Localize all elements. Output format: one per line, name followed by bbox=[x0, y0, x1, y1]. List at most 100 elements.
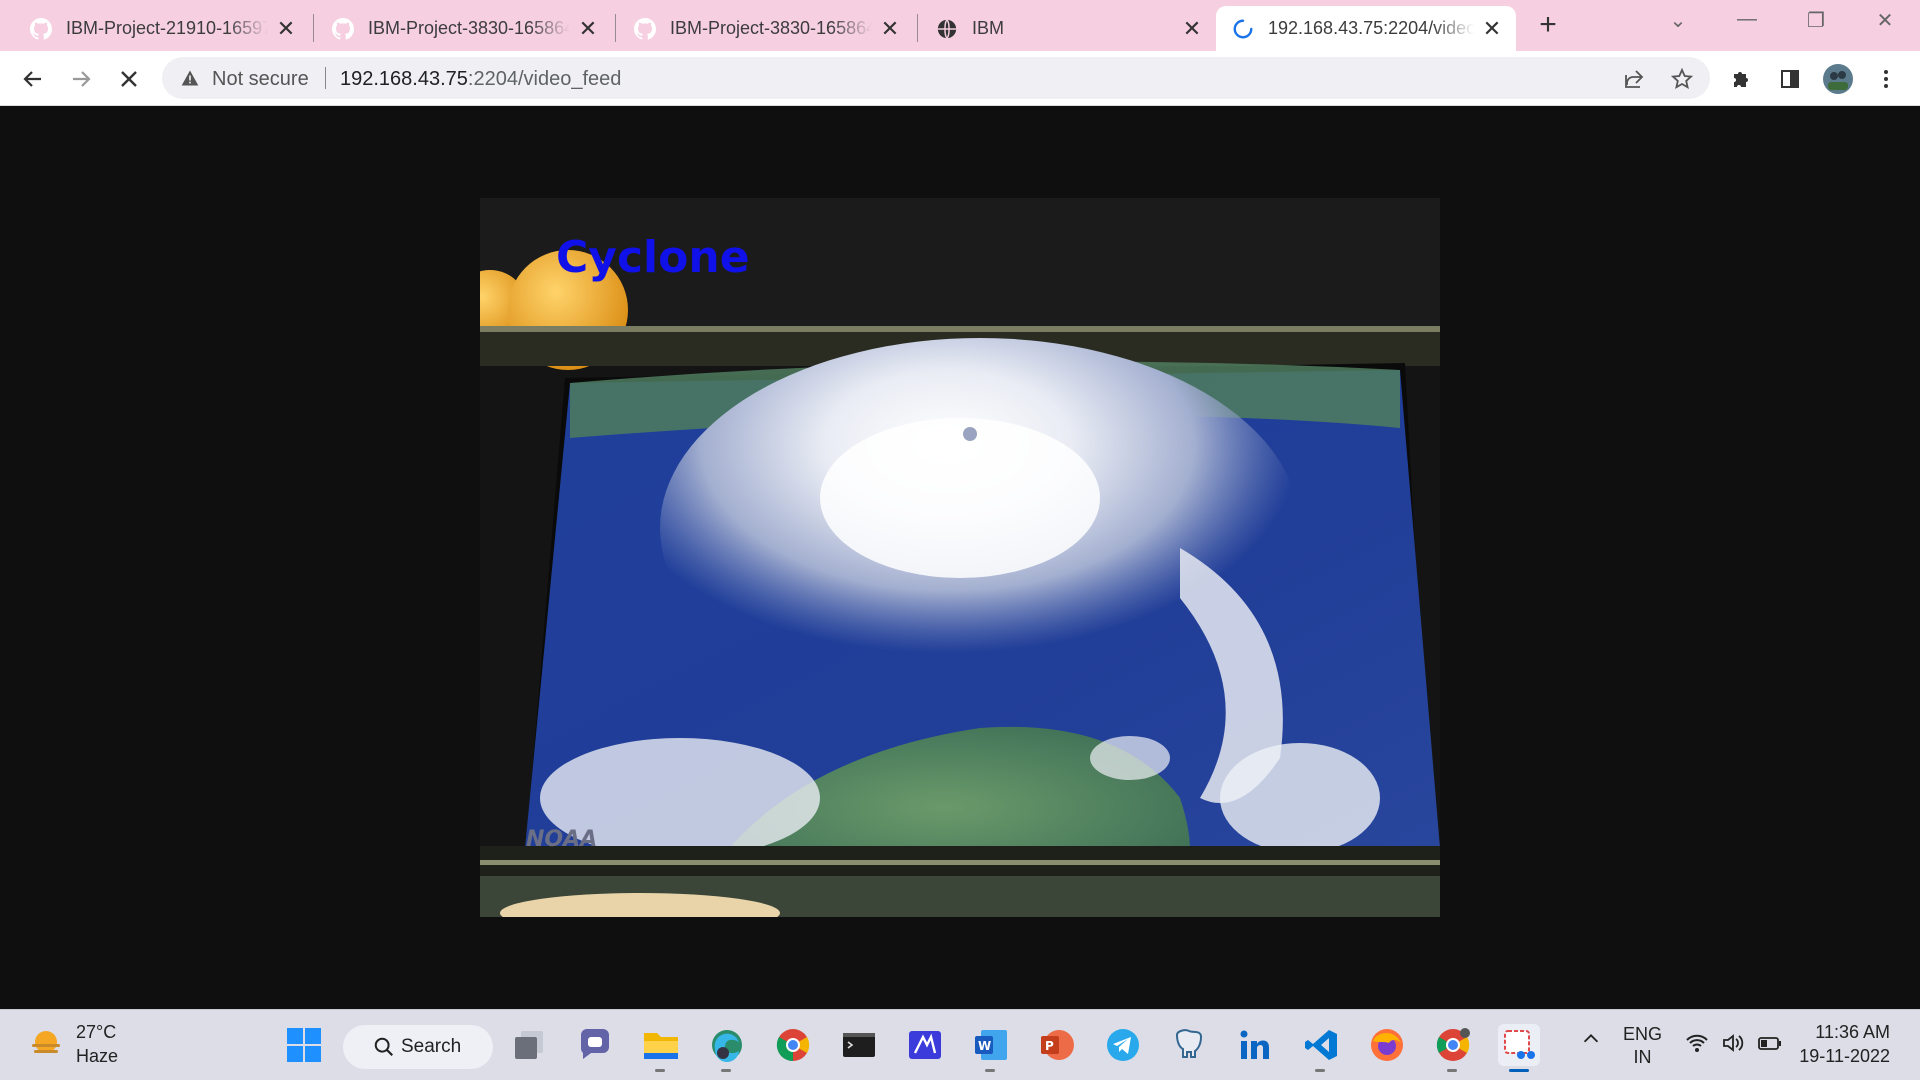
file-explorer-app[interactable] bbox=[640, 1024, 682, 1072]
forward-button[interactable] bbox=[65, 63, 97, 95]
running-indicator bbox=[985, 1069, 995, 1072]
url-path: :2204/video_feed bbox=[467, 68, 622, 90]
browser-toolbar: Not secure 192.168.43.75:2204/video_feed bbox=[0, 51, 1920, 106]
share-icon[interactable] bbox=[1622, 67, 1646, 91]
minimize-icon[interactable]: — bbox=[1727, 8, 1767, 38]
windows-taskbar: 27°C Haze Search W P ENG IN 11:36 AM 19-… bbox=[0, 1009, 1920, 1080]
postgres-app[interactable] bbox=[1168, 1024, 1210, 1066]
tab-github-2[interactable]: IBM-Project-3830-165864 ✕ bbox=[316, 6, 612, 51]
running-indicator bbox=[655, 1069, 665, 1072]
tab-video-feed[interactable]: 192.168.43.75:2204/video ✕ bbox=[1216, 6, 1516, 51]
snipping-tool-icon bbox=[1504, 1030, 1535, 1059]
tab-title: IBM-Project-3830-165864 bbox=[670, 18, 872, 38]
arrow-left-icon bbox=[23, 71, 41, 87]
wifi-icon bbox=[1686, 1034, 1708, 1052]
clock-date: 19-11-2022 bbox=[1799, 1046, 1890, 1066]
show-hidden-icons[interactable] bbox=[1580, 1028, 1602, 1055]
chrome-icon bbox=[1436, 1028, 1470, 1061]
noaa-watermark: NOAA bbox=[526, 827, 597, 852]
loading-spinner-icon bbox=[1233, 19, 1253, 38]
tab-title: IBM-Project-21910-16597 bbox=[66, 18, 268, 38]
page-viewport: Cyclone NOAA bbox=[0, 107, 1920, 1009]
snipping-tool-app[interactable] bbox=[1498, 1024, 1540, 1072]
linkedin-app[interactable] bbox=[1234, 1024, 1276, 1066]
search-label: Search bbox=[401, 1036, 462, 1057]
svg-text:P: P bbox=[1045, 1039, 1054, 1053]
linkedin-icon bbox=[1240, 1030, 1269, 1059]
task-view-icon bbox=[515, 1031, 543, 1059]
telegram-app[interactable] bbox=[1102, 1024, 1144, 1066]
window-close-icon[interactable]: ✕ bbox=[1865, 8, 1905, 38]
folder-icon bbox=[644, 1033, 678, 1059]
vscode-app[interactable] bbox=[1300, 1024, 1342, 1072]
side-panel-icon bbox=[1781, 70, 1799, 88]
restore-icon[interactable]: ❐ bbox=[1796, 8, 1836, 38]
kebab-menu-icon bbox=[1884, 70, 1888, 88]
close-icon[interactable]: ✕ bbox=[878, 16, 902, 41]
weather-widget[interactable]: 27°C Haze bbox=[26, 1020, 118, 1068]
puzzle-icon bbox=[1734, 72, 1748, 87]
terminal-icon bbox=[843, 1033, 875, 1057]
terminal-app[interactable] bbox=[838, 1024, 880, 1066]
chrome-app[interactable] bbox=[772, 1024, 814, 1066]
chrome-profile-app[interactable] bbox=[1432, 1024, 1474, 1072]
menu-button[interactable] bbox=[1870, 63, 1902, 95]
avatar bbox=[1823, 64, 1853, 94]
svg-text:W: W bbox=[978, 1039, 991, 1053]
tab-title: IBM bbox=[972, 18, 1005, 38]
tab-ibm[interactable]: IBM ✕ bbox=[920, 6, 1216, 51]
start-button[interactable] bbox=[283, 1024, 325, 1066]
sun-haze-icon bbox=[32, 1031, 60, 1053]
firefox-app[interactable] bbox=[1366, 1024, 1408, 1066]
address-bar[interactable]: Not secure 192.168.43.75:2204/video_feed bbox=[162, 57, 1710, 99]
close-icon[interactable]: ✕ bbox=[1180, 16, 1204, 41]
edge-dev-app[interactable] bbox=[706, 1024, 748, 1072]
editor-app[interactable] bbox=[904, 1024, 946, 1066]
powerpoint-app[interactable]: P bbox=[1036, 1024, 1078, 1066]
video-frame-image: Cyclone NOAA bbox=[480, 198, 1440, 917]
extensions-button[interactable] bbox=[1726, 63, 1758, 95]
tab-separator bbox=[615, 14, 616, 42]
windows-logo-icon bbox=[287, 1028, 321, 1062]
close-icon[interactable]: ✕ bbox=[274, 16, 298, 41]
side-panel-button[interactable] bbox=[1774, 63, 1806, 95]
warning-icon bbox=[181, 70, 199, 86]
tab-github-3[interactable]: IBM-Project-3830-165864 ✕ bbox=[618, 6, 914, 51]
weather-temp: 27°C bbox=[76, 1022, 117, 1042]
tab-strip: IBM-Project-21910-16597 ✕ IBM-Project-38… bbox=[0, 0, 1920, 51]
tab-github-1[interactable]: IBM-Project-21910-16597 ✕ bbox=[14, 6, 310, 51]
divider bbox=[325, 67, 326, 89]
weather-condition: Haze bbox=[76, 1046, 119, 1066]
star-icon[interactable] bbox=[1670, 67, 1694, 91]
github-icon bbox=[332, 17, 354, 40]
running-indicator bbox=[1447, 1069, 1457, 1072]
stop-loading-button[interactable] bbox=[113, 63, 145, 95]
task-view-button[interactable] bbox=[508, 1024, 550, 1066]
tab-title: IBM-Project-3830-165864 bbox=[368, 18, 570, 38]
elephant-icon bbox=[1175, 1029, 1203, 1058]
pen-app-icon bbox=[909, 1031, 941, 1059]
word-app[interactable]: W bbox=[970, 1024, 1012, 1072]
url-host: 192.168.43.75 bbox=[340, 68, 468, 90]
teams-chat-app[interactable] bbox=[574, 1024, 616, 1066]
word-icon: W bbox=[975, 1030, 1007, 1060]
quick-settings[interactable] bbox=[1685, 1032, 1783, 1054]
language-indicator[interactable]: ENG IN bbox=[1623, 1023, 1662, 1069]
back-button[interactable] bbox=[17, 63, 49, 95]
tab-search-icon[interactable]: ⌄ bbox=[1658, 8, 1698, 38]
tab-separator bbox=[313, 14, 314, 42]
new-tab-button[interactable]: + bbox=[1532, 10, 1564, 42]
chrome-icon bbox=[776, 1029, 810, 1062]
close-icon[interactable]: ✕ bbox=[1480, 16, 1504, 41]
battery-icon bbox=[1758, 1037, 1781, 1050]
security-label[interactable]: Not secure bbox=[212, 68, 309, 91]
taskbar-search[interactable]: Search bbox=[343, 1025, 493, 1069]
url-text[interactable]: 192.168.43.75:2204/video_feed bbox=[340, 68, 621, 91]
github-icon bbox=[30, 17, 52, 40]
arrow-right-icon bbox=[73, 71, 91, 87]
chat-icon bbox=[581, 1029, 609, 1059]
close-icon[interactable]: ✕ bbox=[576, 16, 600, 41]
lang-region: IN bbox=[1633, 1047, 1652, 1067]
system-clock[interactable]: 11:36 AM 19-11-2022 bbox=[1799, 1020, 1890, 1068]
profile-avatar[interactable] bbox=[1822, 63, 1854, 95]
